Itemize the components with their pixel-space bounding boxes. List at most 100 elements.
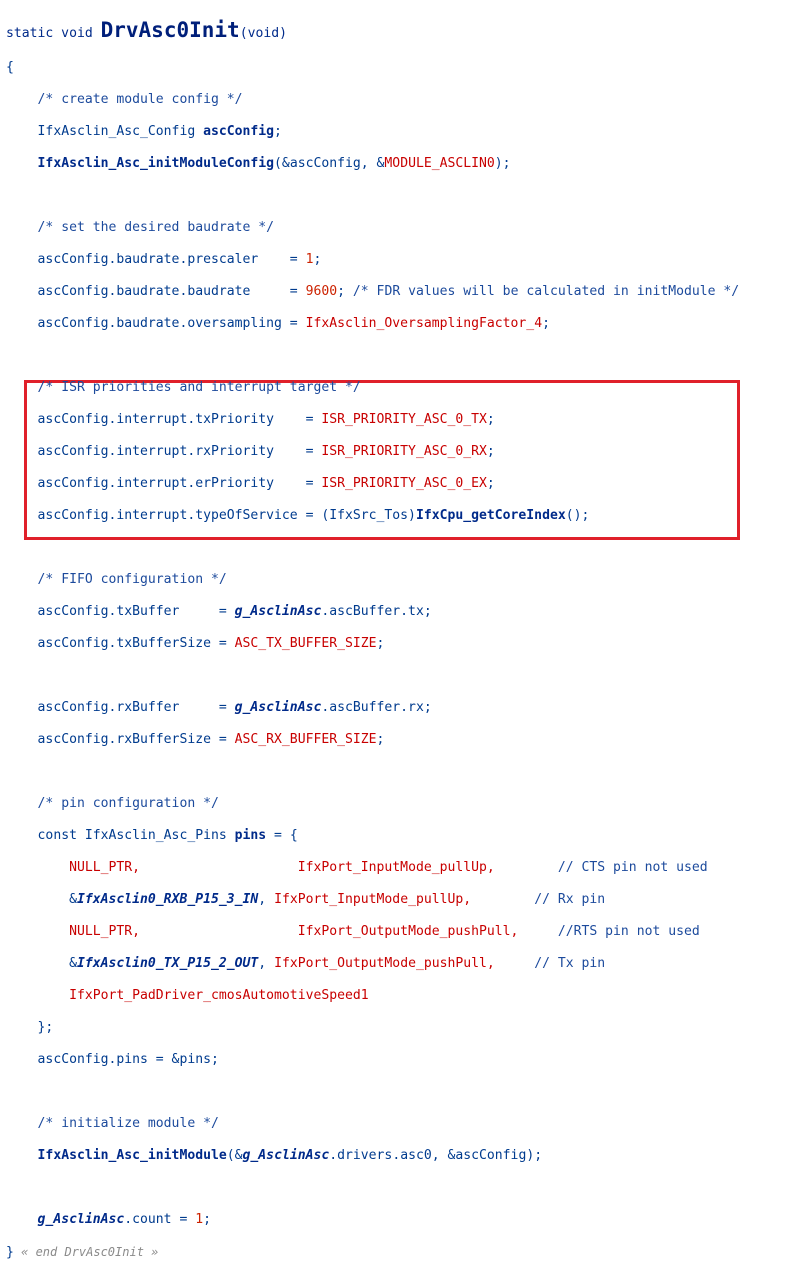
assignment: ascConfig.interrupt.erPriority =	[37, 476, 322, 491]
code-line: } « end DrvAsc0Init »	[6, 1244, 739, 1260]
assignment: ascConfig.baudrate.oversampling =	[37, 316, 306, 331]
assignment: ascConfig.interrupt.typeOfService = (Ifx…	[37, 508, 416, 523]
global-var: g_AsclinAsc	[242, 1148, 330, 1163]
macro: IfxPort_InputMode_pullUp,	[297, 860, 495, 875]
keyword-static-void: static void	[6, 26, 101, 41]
punct: ,	[258, 956, 275, 971]
comment: // Rx pin	[534, 892, 606, 907]
comment: //RTS pin not used	[557, 924, 700, 939]
number: 1	[195, 1212, 204, 1227]
punct: ;	[337, 284, 353, 299]
code-line: NULL_PTR, IfxPort_OutputMode_pushPull, /…	[6, 924, 739, 940]
punct: ;	[486, 412, 495, 427]
macro: NULL_PTR,	[69, 860, 141, 875]
macro: IfxAsclin_OversamplingFactor_4	[305, 316, 543, 331]
macro: ISR_PRIORITY_ASC_0_EX	[321, 476, 487, 491]
comment: /* set the desired baudrate */	[37, 220, 275, 235]
macro: ISR_PRIORITY_ASC_0_RX	[321, 444, 487, 459]
fold-marker[interactable]: « end DrvAsc0Init »	[14, 1245, 158, 1259]
punct: (&	[226, 1148, 243, 1163]
code-line: /* pin configuration */	[6, 796, 739, 812]
macro: MODULE_ASCLIN0	[384, 156, 495, 171]
macro: IfxPort_OutputMode_pushPull,	[297, 924, 519, 939]
macro: ISR_PRIORITY_ASC_0_TX	[321, 412, 487, 427]
code-line: ascConfig.interrupt.typeOfService = (Ifx…	[6, 508, 739, 524]
punct: &	[69, 892, 77, 907]
code-line: ascConfig.rxBufferSize = ASC_RX_BUFFER_S…	[6, 732, 739, 748]
punct: ;	[486, 476, 495, 491]
code-line: /* set the desired baudrate */	[6, 220, 739, 236]
global-var: IfxAsclin0_RXB_P15_3_IN	[76, 892, 259, 907]
macro: IfxPort_InputMode_pullUp,	[274, 892, 472, 907]
punct: ;	[376, 732, 385, 747]
assignment: ascConfig.rxBufferSize =	[37, 732, 235, 747]
macro: ASC_RX_BUFFER_SIZE	[234, 732, 377, 747]
member: .ascBuffer.tx;	[321, 604, 432, 619]
code-line: /* ISR priorities and interrupt target *…	[6, 380, 739, 396]
global-var: g_AsclinAsc	[234, 700, 322, 715]
args: (&ascConfig, &	[274, 156, 385, 171]
type-name: IfxAsclin_Asc_Config	[37, 124, 204, 139]
code-line: &IfxAsclin0_RXB_P15_3_IN, IfxPort_InputM…	[6, 892, 739, 908]
function-name: DrvAsc0Init	[100, 18, 240, 42]
comment: // CTS pin not used	[557, 860, 708, 875]
code-line: ascConfig.baudrate.prescaler = 1;	[6, 252, 739, 268]
code-line: ascConfig.txBuffer = g_AsclinAsc.ascBuff…	[6, 604, 739, 620]
number: 9600	[305, 284, 338, 299]
code-line: IfxPort_PadDriver_cmosAutomotiveSpeed1	[6, 988, 739, 1004]
function-signature: static void DrvAsc0Init(void)	[6, 16, 739, 44]
assignment: ascConfig.baudrate.baudrate =	[37, 284, 306, 299]
code-line: const IfxAsclin_Asc_Pins pins = {	[6, 828, 739, 844]
function-call: IfxCpu_getCoreIndex	[415, 508, 566, 523]
assignment: ascConfig.baudrate.prescaler =	[37, 252, 306, 267]
code-editor[interactable]: static void DrvAsc0Init(void) { /* creat…	[6, 0, 739, 1276]
assignment: ascConfig.rxBuffer =	[37, 700, 235, 715]
macro: IfxPort_OutputMode_pushPull,	[274, 956, 495, 971]
macro: IfxPort_PadDriver_cmosAutomotiveSpeed1	[69, 988, 369, 1003]
code-line: ascConfig.interrupt.rxPriority = ISR_PRI…	[6, 444, 739, 460]
punct: ;	[486, 444, 495, 459]
code-line: /* initialize module */	[6, 1116, 739, 1132]
punct: ,	[258, 892, 275, 907]
code-line: /* create module config */	[6, 92, 739, 108]
identifier: ascConfig	[203, 124, 275, 139]
code-line: g_AsclinAsc.count = 1;	[6, 1212, 739, 1228]
code-line: &IfxAsclin0_TX_P15_2_OUT, IfxPort_Output…	[6, 956, 739, 972]
declaration: const IfxAsclin_Asc_Pins	[37, 828, 235, 843]
comment: /* initialize module */	[37, 1116, 219, 1131]
punct: ;	[203, 1212, 211, 1227]
open-brace: {	[6, 60, 14, 75]
assignment: ascConfig.txBufferSize =	[37, 636, 235, 651]
punct: };	[37, 1020, 54, 1035]
punct: ;	[376, 636, 385, 651]
args: .drivers.asc0, &ascConfig);	[329, 1148, 543, 1163]
punct: ;	[274, 124, 282, 139]
code-line: NULL_PTR, IfxPort_InputMode_pullUp, // C…	[6, 860, 739, 876]
member: .count =	[124, 1212, 196, 1227]
punct: &	[69, 956, 77, 971]
global-var: g_AsclinAsc	[37, 1212, 125, 1227]
code-line: /* FIFO configuration */	[6, 572, 739, 588]
code-line: IfxAsclin_Asc_initModuleConfig(&ascConfi…	[6, 156, 739, 172]
punct: ;	[542, 316, 550, 331]
code-line: ascConfig.interrupt.txPriority = ISR_PRI…	[6, 412, 739, 428]
punct: ;	[313, 252, 322, 267]
assignment: ascConfig.pins = &pins;	[37, 1052, 219, 1067]
comment: /* FDR values will be calculated in init…	[352, 284, 740, 299]
close-brace: }	[6, 1245, 14, 1260]
assignment: ascConfig.interrupt.rxPriority =	[37, 444, 322, 459]
member: .ascBuffer.rx;	[321, 700, 432, 715]
code-line: ascConfig.txBufferSize = ASC_TX_BUFFER_S…	[6, 636, 739, 652]
code-line: ascConfig.rxBuffer = g_AsclinAsc.ascBuff…	[6, 700, 739, 716]
code-line: IfxAsclin_Asc_initModule(&g_AsclinAsc.dr…	[6, 1148, 739, 1164]
macro: ASC_TX_BUFFER_SIZE	[234, 636, 377, 651]
function-call: IfxAsclin_Asc_initModule	[37, 1148, 227, 1163]
code-line: IfxAsclin_Asc_Config ascConfig;	[6, 124, 739, 140]
code-line: };	[6, 1020, 739, 1036]
